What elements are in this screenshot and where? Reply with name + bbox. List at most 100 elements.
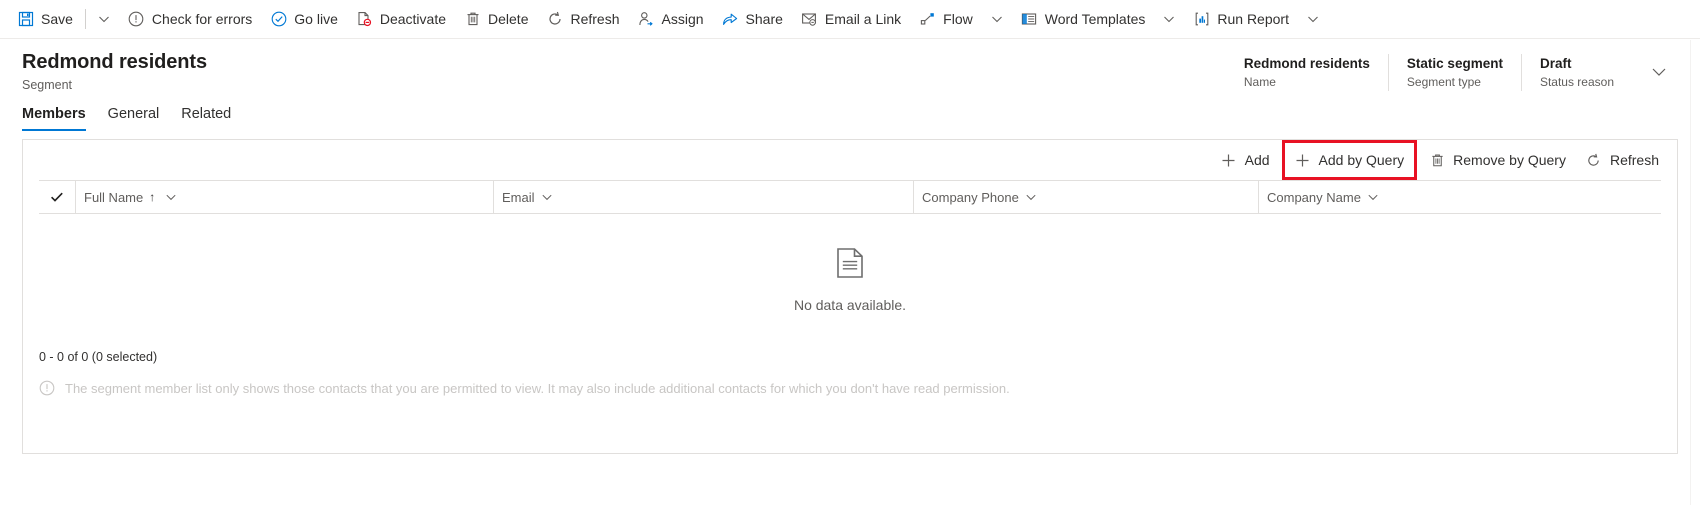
header-field-name[interactable]: Redmond residents Name (1226, 54, 1388, 91)
delete-button[interactable]: Delete (455, 0, 537, 38)
column-label: Full Name (84, 189, 144, 205)
info-circle-icon (39, 380, 55, 396)
permission-notice-text: The segment member list only shows those… (65, 380, 1010, 396)
header-field-segment-type[interactable]: Static segment Segment type (1387, 53, 1521, 91)
save-icon (17, 11, 34, 28)
header-field-label: Name (1243, 74, 1276, 89)
assign-button[interactable]: Assign (629, 0, 713, 38)
chevron-down-icon (1308, 16, 1318, 23)
page-subtitle: Segment (22, 78, 73, 92)
header-field-status-reason[interactable]: Draft Status reason (1520, 53, 1632, 91)
assign-person-icon (638, 11, 655, 28)
share-icon (722, 11, 739, 28)
deactivate-page-icon (356, 11, 373, 28)
flow-button[interactable]: Flow (910, 0, 982, 38)
flow-dropdown-chevron[interactable] (982, 0, 1012, 38)
tab-list: Members General Related (0, 97, 1700, 131)
select-all-checkbox[interactable] (39, 190, 75, 204)
assign-label: Assign (661, 11, 704, 27)
page-title: Redmond residents (22, 51, 207, 73)
grid-add-by-query-label: Add by Query (1318, 152, 1405, 168)
sort-ascending-icon: ↑ (149, 190, 156, 204)
refresh-icon (1586, 152, 1602, 168)
plus-icon (1221, 152, 1237, 168)
flow-icon (919, 11, 936, 28)
tab-label: General (107, 106, 160, 122)
column-header-email[interactable]: Email (493, 181, 913, 213)
header-field-value: Draft (1539, 55, 1572, 71)
email-a-link-label: Email a Link (824, 11, 902, 27)
grid-permission-notice: The segment member list only shows those… (23, 368, 1677, 396)
word-template-icon (1021, 11, 1038, 28)
trash-icon (464, 11, 481, 28)
no-data-message: No data available. (793, 296, 907, 313)
grid-empty-state: No data available. (23, 214, 1677, 346)
chevron-down-icon (991, 16, 1002, 23)
email-link-icon (801, 11, 818, 28)
grid-remove-by-query-label: Remove by Query (1453, 152, 1566, 168)
checkmark-circle-icon (270, 11, 287, 28)
column-header-full-name[interactable]: Full Name ↑ (75, 181, 493, 213)
chevron-down-icon (1652, 68, 1666, 76)
header-field-label: Segment type (1406, 74, 1481, 89)
email-a-link-button[interactable]: Email a Link (792, 0, 910, 38)
deactivate-label: Deactivate (379, 11, 447, 27)
header-field-value: Static segment (1406, 55, 1503, 71)
tab-label: Related (181, 106, 232, 122)
run-report-button[interactable]: Run Report (1184, 0, 1298, 38)
save-button[interactable]: Save (8, 0, 82, 38)
grid-remove-by-query-button[interactable]: Remove by Query (1419, 143, 1576, 177)
header-fields: Redmond residents Name Static segment Se… (1226, 53, 1678, 91)
tab-general[interactable]: General (97, 105, 171, 131)
word-templates-dropdown-chevron[interactable] (1154, 0, 1184, 38)
chevron-down-icon (1368, 194, 1378, 201)
refresh-button[interactable]: Refresh (537, 0, 628, 38)
refresh-label: Refresh (570, 11, 620, 27)
grid-refresh-label: Refresh (1609, 152, 1659, 168)
save-label: Save (41, 11, 73, 27)
chevron-down-icon (99, 16, 109, 23)
members-grid-card: Add Add by Query Remove by Query Refresh… (22, 139, 1678, 454)
grid-command-divider (1281, 151, 1283, 169)
tab-related[interactable]: Related (170, 105, 242, 131)
document-icon (837, 247, 863, 283)
save-dropdown-chevron[interactable] (89, 0, 119, 38)
header-expand-button[interactable] (1640, 53, 1678, 91)
chevron-down-icon (541, 194, 552, 201)
grid-add-button[interactable]: Add (1211, 143, 1280, 177)
report-chart-icon (1193, 11, 1210, 28)
chevron-down-icon (1026, 194, 1036, 201)
go-live-button[interactable]: Go live (261, 0, 347, 38)
check-for-errors-button[interactable]: Check for errors (119, 0, 261, 38)
refresh-icon (546, 11, 563, 28)
record-title-block: Redmond residents Segment (22, 49, 1226, 94)
tab-members[interactable]: Members (11, 105, 97, 131)
members-card-wrapper: Add Add by Query Remove by Query Refresh… (0, 131, 1700, 454)
chevron-down-icon (1164, 16, 1175, 23)
record-header: Redmond residents Segment Redmond reside… (0, 39, 1700, 97)
delete-label: Delete (488, 11, 529, 27)
error-circle-icon (128, 11, 145, 28)
deactivate-button[interactable]: Deactivate (347, 0, 455, 38)
trash-icon (1429, 152, 1445, 168)
tab-label: Members (22, 106, 86, 122)
grid-command-divider (1416, 151, 1418, 169)
grid-refresh-button[interactable]: Refresh (1576, 143, 1669, 177)
column-label: Email (502, 189, 535, 205)
run-report-label: Run Report (1217, 11, 1289, 27)
column-label: Company Phone (922, 189, 1019, 205)
chevron-down-icon (166, 194, 176, 201)
grid-add-label: Add (1244, 152, 1270, 168)
page-scrollbar[interactable] (1690, 40, 1700, 505)
word-templates-button[interactable]: Word Templates (1012, 0, 1155, 38)
run-report-dropdown-chevron[interactable] (1298, 0, 1328, 38)
column-header-company-name[interactable]: Company Name (1258, 181, 1628, 213)
grid-add-by-query-button[interactable]: Add by Query (1281, 140, 1418, 180)
header-field-value: Redmond residents (1243, 55, 1370, 71)
share-button[interactable]: Share (713, 0, 792, 38)
check-for-errors-label: Check for errors (151, 11, 253, 27)
grid-command-bar: Add Add by Query Remove by Query Refresh (23, 140, 1677, 180)
checkmark-icon (51, 192, 63, 202)
column-header-company-phone[interactable]: Company Phone (913, 181, 1258, 213)
grid-pager: 0 - 0 of 0 (0 selected) (23, 346, 1677, 368)
